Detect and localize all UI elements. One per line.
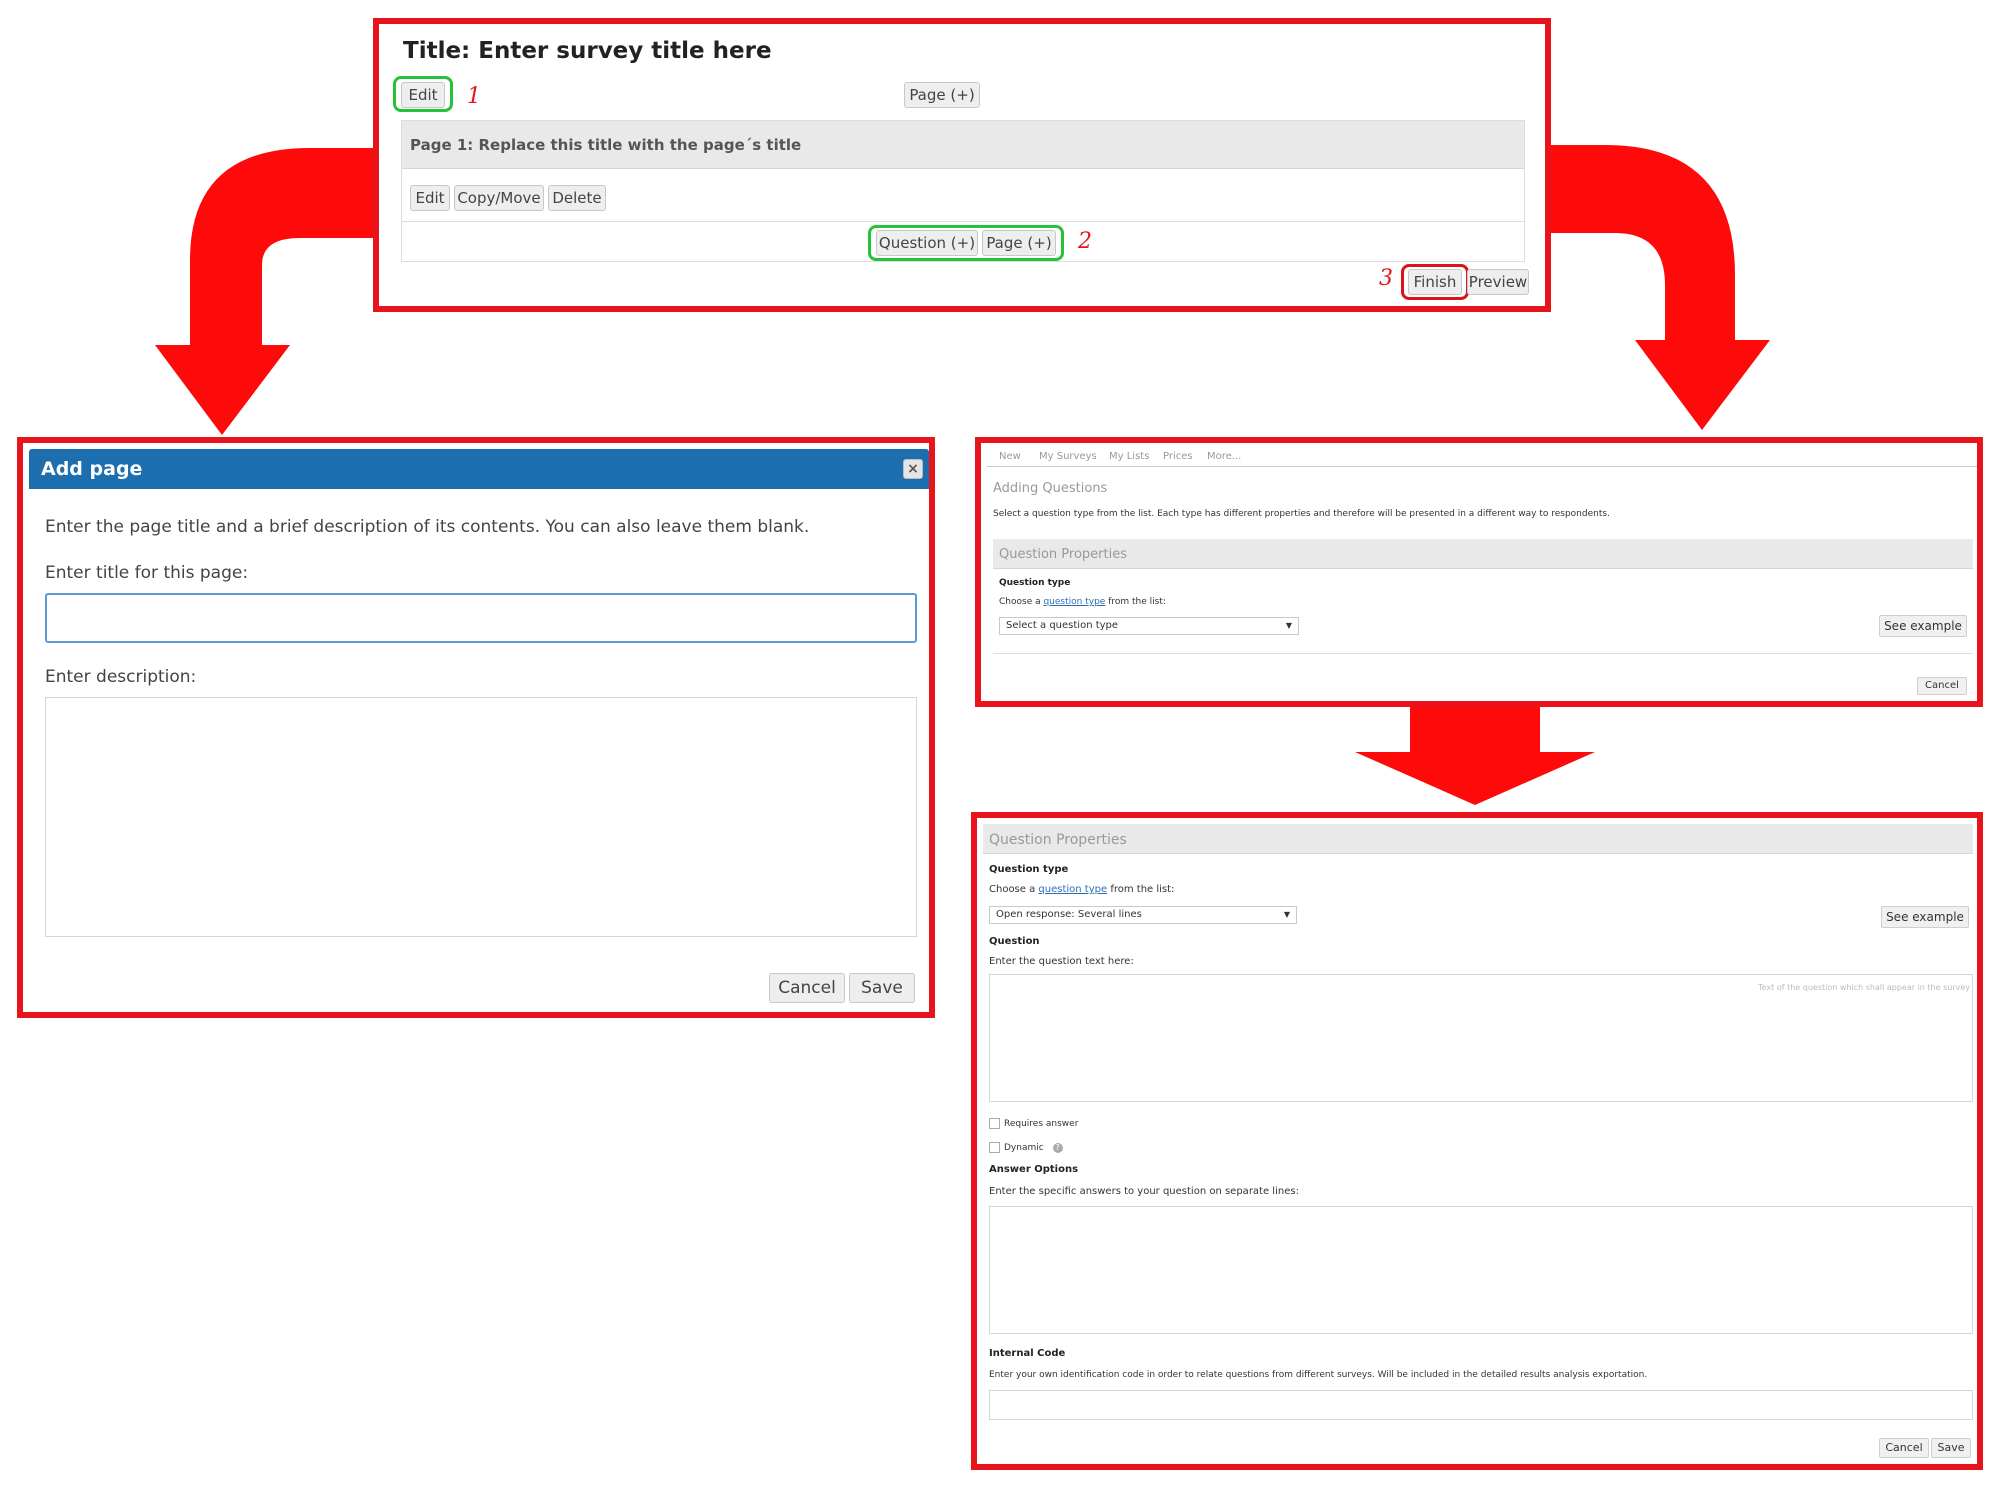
- chevron-down-icon: ▼: [1285, 621, 1292, 630]
- survey-editor-panel: Title: Enter survey title here Edit 1 Pa…: [373, 18, 1551, 312]
- chevron-down-icon: ▼: [1283, 910, 1290, 919]
- page-block-divider: [402, 221, 1524, 222]
- question-type-label: Question type: [999, 578, 1071, 588]
- qp-question-type-select[interactable]: Open response: Several lines ▼: [989, 906, 1297, 924]
- page-heading: Page 1: Replace this title with the page…: [410, 136, 802, 154]
- dynamic-label: Dynamic: [1004, 1143, 1044, 1153]
- down-arrow: [1355, 705, 1595, 805]
- qp-choose-suffix: from the list:: [1107, 884, 1175, 895]
- page-add-top-button[interactable]: Page (+): [904, 82, 980, 108]
- question-text-textarea[interactable]: Text of the question which shall appear …: [989, 974, 1973, 1102]
- dialog-instructions: Enter the page title and a brief descrip…: [45, 517, 810, 537]
- question-add-button[interactable]: Question (+): [876, 230, 978, 256]
- question-type-select-value: Select a question type: [1006, 620, 1119, 631]
- nav-tab-prices[interactable]: Prices: [1163, 451, 1193, 462]
- panel-divider: [993, 653, 1973, 654]
- internal-code-hint: Enter your own identification code in or…: [989, 1370, 1648, 1380]
- page-heading-bar: Page 1: Replace this title with the page…: [402, 121, 1524, 169]
- nav-tab-more[interactable]: More...: [1207, 451, 1241, 462]
- survey-title: Title: Enter survey title here: [403, 38, 772, 64]
- step-mark-1: 1: [467, 84, 481, 109]
- qp-cancel-button[interactable]: Cancel: [1879, 1438, 1929, 1458]
- add-page-dialog: Add page × Enter the page title and a br…: [17, 437, 935, 1018]
- qp-header: Question Properties: [983, 824, 1973, 854]
- page-description-textarea[interactable]: [45, 697, 917, 937]
- nav-tab-my-surveys[interactable]: My Surveys: [1039, 451, 1097, 462]
- question-label: Question: [989, 936, 1040, 947]
- right-curved-arrow: [1545, 145, 1770, 430]
- answer-options-label: Answer Options: [989, 1164, 1079, 1175]
- page-add-bottom-button[interactable]: Page (+): [982, 230, 1056, 256]
- left-curved-arrow: [155, 148, 380, 435]
- question-properties-title: Question Properties: [999, 547, 1127, 562]
- qp-choose-hint: Choose a question type from the list:: [989, 884, 1174, 895]
- nav-bar: New My Surveys My Lists Prices More...: [987, 449, 1977, 467]
- step-mark-3: 3: [1379, 266, 1393, 291]
- question-text-placeholder: Text of the question which shall appear …: [1758, 983, 1970, 992]
- question-type-select[interactable]: Select a question type ▼: [999, 617, 1299, 635]
- dialog-save-button[interactable]: Save: [849, 973, 915, 1003]
- copy-move-button[interactable]: Copy/Move: [454, 185, 544, 211]
- qp-question-type-link[interactable]: question type: [1038, 884, 1107, 895]
- dialog-cancel-button[interactable]: Cancel: [769, 973, 845, 1003]
- internal-code-input[interactable]: [989, 1390, 1973, 1420]
- close-icon[interactable]: ×: [903, 459, 923, 479]
- choose-suffix: from the list:: [1105, 597, 1166, 607]
- adding-questions-description: Select a question type from the list. Ea…: [993, 509, 1610, 519]
- qp-choose-prefix: Choose a: [989, 884, 1039, 895]
- qp-question-type-select-value: Open response: Several lines: [996, 909, 1142, 920]
- choose-prefix: Choose a: [999, 597, 1044, 607]
- delete-page-button[interactable]: Delete: [548, 185, 606, 211]
- finish-button[interactable]: Finish: [1408, 269, 1462, 295]
- qp-save-button[interactable]: Save: [1931, 1438, 1971, 1458]
- see-example-button[interactable]: See example: [1879, 615, 1967, 637]
- requires-answer-checkbox[interactable]: [989, 1118, 1000, 1129]
- edit-survey-button[interactable]: Edit: [401, 82, 445, 108]
- question-hint: Enter the question text here:: [989, 956, 1134, 967]
- internal-code-label: Internal Code: [989, 1348, 1066, 1359]
- adding-questions-heading: Adding Questions: [993, 481, 1108, 496]
- description-field-label: Enter description:: [45, 667, 197, 687]
- qp-see-example-button[interactable]: See example: [1881, 906, 1969, 928]
- adding-questions-panel: New My Surveys My Lists Prices More... A…: [975, 437, 1983, 707]
- dynamic-row: Dynamic ?: [989, 1142, 1063, 1153]
- qp-question-type-label: Question type: [989, 864, 1069, 875]
- dialog-header: Add page ×: [29, 449, 929, 489]
- page-block: Page 1: Replace this title with the page…: [401, 120, 1525, 262]
- answer-options-textarea[interactable]: [989, 1206, 1973, 1334]
- qp-title: Question Properties: [989, 832, 1127, 848]
- question-properties-header: Question Properties: [993, 539, 1973, 569]
- page-title-input[interactable]: [45, 593, 917, 643]
- question-type-link[interactable]: question type: [1043, 597, 1105, 607]
- page-edit-button[interactable]: Edit: [410, 185, 450, 211]
- nav-tab-my-lists[interactable]: My Lists: [1109, 451, 1149, 462]
- nav-tab-new[interactable]: New: [999, 451, 1021, 462]
- adding-questions-cancel-button[interactable]: Cancel: [1917, 677, 1967, 695]
- question-properties-panel: Question Properties Question type Choose…: [971, 812, 1983, 1470]
- requires-answer-label: Requires answer: [1004, 1119, 1079, 1129]
- help-icon[interactable]: ?: [1052, 1143, 1063, 1153]
- requires-answer-row: Requires answer: [989, 1118, 1078, 1129]
- answer-options-hint: Enter the specific answers to your quest…: [989, 1186, 1299, 1197]
- dialog-title: Add page: [41, 458, 143, 480]
- dynamic-checkbox[interactable]: [989, 1142, 1000, 1153]
- title-field-label: Enter title for this page:: [45, 563, 249, 583]
- step-mark-2: 2: [1078, 229, 1092, 254]
- choose-question-type-hint: Choose a question type from the list:: [999, 597, 1166, 607]
- preview-button[interactable]: Preview: [1467, 269, 1529, 295]
